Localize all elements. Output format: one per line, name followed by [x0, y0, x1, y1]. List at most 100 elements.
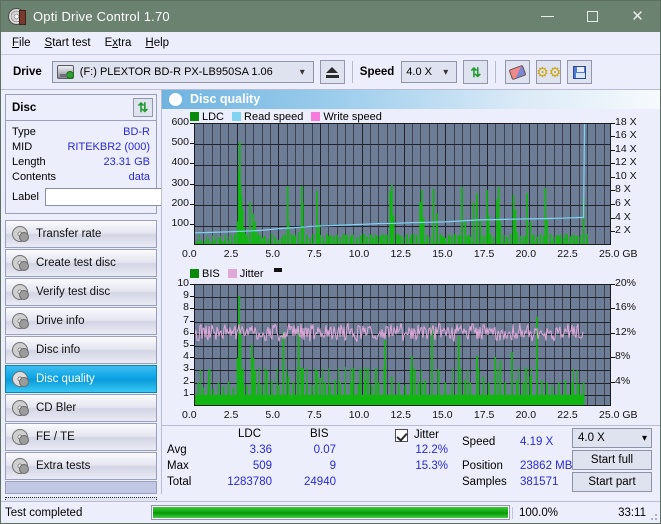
stats-ldc-total: 1283780 [227, 476, 272, 489]
sidebar-item-extra-tests[interactable]: Extra tests [5, 452, 157, 480]
sidebar-item-create-test-disc[interactable]: Create test disc [5, 249, 157, 277]
menu-bar: File Start test Extra Help [1, 32, 660, 54]
jitter-checkbox[interactable] [395, 429, 408, 443]
menu-file[interactable]: File [8, 35, 41, 51]
disc-refresh-button[interactable]: ⇅ [133, 98, 153, 117]
stats-samples-value: 381571 [520, 476, 559, 489]
disc-row-type: Type BD-R [12, 124, 150, 139]
x-axis-tick: 0.0 [182, 408, 197, 421]
y-axis-tickmark [190, 381, 194, 383]
status-bar: Test completed 100.0% 33:11 [1, 501, 660, 523]
y2-axis-tickmark [611, 136, 615, 138]
y-axis-tickmark [190, 122, 194, 124]
y-axis-tick: 4 [183, 350, 189, 363]
sidebar-item-label: Disc info [36, 344, 81, 356]
eject-button[interactable] [319, 60, 345, 84]
x-axis-tick: 20.0 [515, 408, 537, 421]
sidebar-item-label: CD Bler [36, 402, 77, 414]
maximize-button[interactable] [570, 1, 615, 32]
x-axis-tick: 22.5 [557, 247, 578, 260]
legend-swatch [227, 269, 237, 279]
x-axis-tick: 15.0 [432, 408, 453, 421]
legend-write-speed: Write speed [311, 111, 382, 123]
legend-label: BIS [202, 267, 220, 280]
sidebar-item-transfer-rate[interactable]: Transfer rate [5, 220, 157, 248]
y2-axis-tick: 8 X [615, 183, 631, 196]
x-axis-tick: 25.0 GB [599, 247, 638, 260]
resize-grip-icon[interactable] [648, 511, 658, 521]
sidebar-item-label: Drive info [36, 315, 85, 327]
sidebar-item-drive-info[interactable]: Drive info [5, 307, 157, 335]
y2-axis-tick: 12 X [615, 156, 637, 169]
bis-plot-area[interactable] [194, 283, 611, 406]
y-axis-tick: 300 [171, 176, 189, 189]
start-full-button[interactable]: Start full [572, 450, 652, 471]
gear-icon: ⚙⚙ [536, 64, 562, 80]
legend-bis: BIS [190, 268, 220, 280]
bis-chart-legend: BIS Jitter [190, 268, 282, 280]
refresh-icon: ⇅ [470, 64, 482, 80]
menu-start-test[interactable]: Start test [41, 35, 101, 51]
ldc-chart-legend: LDC Read speed Write speed [190, 111, 386, 123]
test-speed-value: 4.0 X [578, 432, 605, 445]
sidebar-item-label: Transfer rate [36, 228, 102, 240]
y2-axis-tick: 4% [615, 374, 631, 387]
x-axis-tick: 15.0 [432, 247, 453, 260]
y2-axis-tickmark [611, 381, 615, 383]
settings-button[interactable]: ⚙⚙ [536, 60, 561, 84]
y-axis-tick: 500 [171, 136, 189, 148]
y2-axis-tick: 16 X [615, 129, 637, 142]
ldc-plot-area[interactable] [194, 122, 611, 245]
save-button[interactable] [567, 60, 593, 84]
y-axis-tickmark [190, 320, 194, 322]
y-axis-tick: 100 [171, 217, 189, 230]
disc-box-title: Disc [12, 101, 37, 114]
y2-axis-tickmark [611, 332, 615, 334]
x-axis-tick: 0.0 [182, 247, 197, 260]
title-bar: Opti Drive Control 1.70 ✕ [1, 1, 660, 32]
close-button[interactable]: ✕ [615, 1, 660, 32]
disc-info-box: Disc ⇅ Type BD-R MID RITEKBR2 (000) Leng… [5, 94, 249, 214]
refresh-button[interactable]: ⇅ [463, 60, 489, 84]
toolbar-divider-2 [495, 61, 497, 83]
y2-axis-tickmark [611, 176, 615, 178]
drive-icon [56, 65, 74, 79]
sidebar-item-verify-test-disc[interactable]: Verify test disc [5, 278, 157, 306]
drive-select-value: (F:) PLEXTOR BD-R PX-LB950SA 1.06 [79, 66, 273, 78]
y2-axis-tickmark [611, 163, 615, 165]
scale-marker-icon [273, 268, 282, 273]
sidebar-item-cd-bler[interactable]: CD Bler [5, 394, 157, 422]
sidebar-item-label: Verify test disc [36, 286, 111, 298]
sidebar-item-disc-info[interactable]: Disc info [5, 336, 157, 364]
disc-row-mid: MID RITEKBR2 (000) [12, 139, 150, 154]
legend-swatch [232, 112, 242, 122]
stats-position-value: 23862 MB [520, 460, 573, 473]
x-axis-tick: 5.0 [265, 247, 280, 260]
sidebar-item-disc-quality[interactable]: Disc quality [5, 365, 157, 393]
sidebar-item-label: Extra tests [36, 460, 91, 472]
minimize-button[interactable] [525, 1, 570, 32]
y2-axis-tick: 2 X [615, 224, 631, 237]
speed-select[interactable]: 4.0 X ▾ [401, 61, 458, 83]
y-axis-tickmark [190, 204, 194, 205]
erase-button[interactable] [505, 60, 531, 84]
y-axis-tick: 7 [183, 313, 189, 326]
drive-select[interactable]: (F:) PLEXTOR BD-R PX-LB950SA 1.06 ▾ [51, 61, 314, 83]
nav-spacer [5, 481, 157, 494]
x-axis-tick: 10.0 [348, 408, 370, 421]
legend-read-speed: Read speed [232, 111, 303, 123]
jitter-label: Jitter [414, 429, 439, 442]
progress-fill [153, 507, 508, 518]
start-part-button[interactable]: Start part [572, 472, 652, 493]
menu-help-rest: elp [153, 37, 170, 49]
y-axis-tickmark [190, 296, 194, 298]
y-axis-tick: 1 [183, 386, 189, 399]
test-speed-select[interactable]: 4.0 X ▾ [572, 428, 652, 449]
sidebar-item-fe-te[interactable]: FE / TE [5, 423, 157, 451]
x-axis-tick: 17.5 [473, 247, 495, 260]
x-axis-tick: 7.5 [307, 247, 322, 260]
y2-axis-tickmark [611, 204, 615, 205]
menu-extra[interactable]: Extra [101, 35, 142, 51]
menu-help[interactable]: Help [141, 35, 179, 51]
y-axis-tick: 5 [183, 337, 189, 350]
